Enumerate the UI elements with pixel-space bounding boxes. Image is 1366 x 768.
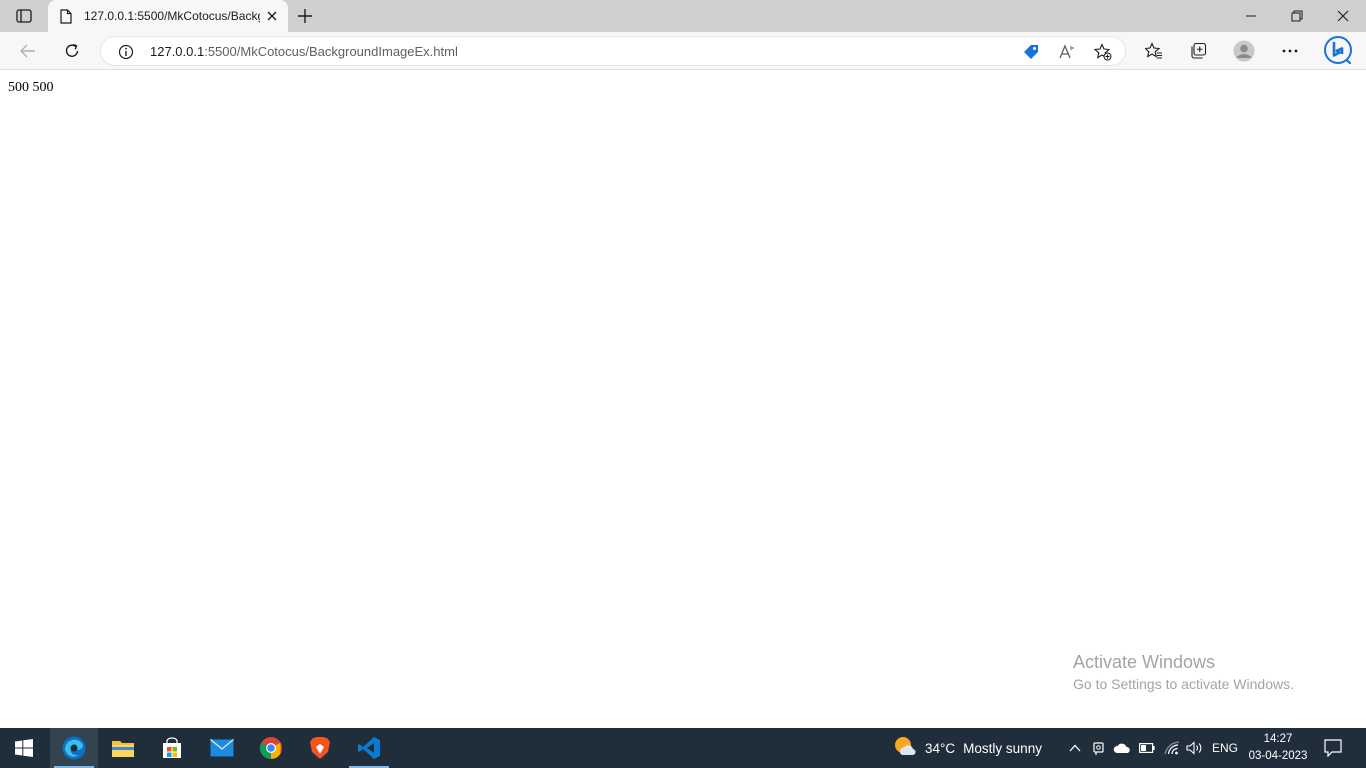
mail-icon[interactable] <box>198 728 246 768</box>
favorites-icon[interactable] <box>1140 37 1168 65</box>
chevron-up-icon[interactable] <box>1065 738 1085 758</box>
back-icon[interactable] <box>14 37 42 65</box>
start-icon[interactable] <box>0 728 48 768</box>
info-icon[interactable] <box>117 43 135 61</box>
profile-icon[interactable] <box>1230 37 1258 65</box>
watermark-subtitle: Go to Settings to activate Windows. <box>1073 676 1294 692</box>
battery-icon[interactable] <box>1137 738 1157 758</box>
file-explorer-icon[interactable] <box>99 728 147 768</box>
onedrive-icon[interactable] <box>1112 738 1132 758</box>
tab-active[interactable]: 127.0.0.1:5500/MkCotocus/Backg <box>48 0 288 32</box>
activation-watermark: Activate Windows Go to Settings to activ… <box>1073 652 1294 692</box>
tab-actions-icon[interactable] <box>12 6 36 26</box>
meet-now-icon[interactable] <box>1089 738 1109 758</box>
restore-icon[interactable] <box>1274 0 1320 32</box>
collections-icon[interactable] <box>1184 37 1212 65</box>
language-indicator[interactable]: ENG <box>1212 741 1238 755</box>
weather-icon <box>893 735 917 762</box>
add-favorite-icon[interactable] <box>1093 42 1113 62</box>
bing-icon[interactable] <box>1322 34 1354 66</box>
tab-title: 127.0.0.1:5500/MkCotocus/Backg <box>84 9 260 23</box>
edge-icon[interactable] <box>50 728 98 768</box>
weather-widget[interactable]: 34°C Mostly sunny <box>893 736 1042 760</box>
taskbar: 34°C Mostly sunny ENG 14:27 03-04-2023 <box>0 728 1366 768</box>
window-controls <box>1228 0 1366 32</box>
url-host: 127.0.0.1 <box>150 44 205 59</box>
browser-toolbar: 127.0.0.1:5500/MkCotocus/BackgroundImage… <box>0 32 1366 70</box>
minimize-icon[interactable] <box>1228 0 1274 32</box>
clock-date: 03-04-2023 <box>1248 750 1308 762</box>
url-path: :5500/MkCotocus/BackgroundImageEx.html <box>204 44 458 59</box>
tab-strip: 127.0.0.1:5500/MkCotocus/Backg <box>0 0 1366 32</box>
watermark-title: Activate Windows <box>1073 652 1216 672</box>
close-icon[interactable] <box>1320 0 1366 32</box>
system-clock[interactable]: 14:27 03-04-2023 <box>1242 731 1314 765</box>
refresh-icon[interactable] <box>58 37 86 65</box>
new-tab-icon[interactable] <box>294 6 316 26</box>
notification-icon[interactable] <box>1320 736 1346 760</box>
clock-time: 14:27 <box>1263 733 1293 745</box>
page-content: 500 500 Activate Windows Go to Settings … <box>0 71 1366 728</box>
tab-close-icon[interactable] <box>264 8 280 24</box>
browser-window: 127.0.0.1:5500/MkCotocus/Backg 127.0.0.1… <box>0 0 1366 728</box>
volume-icon[interactable] <box>1185 738 1205 758</box>
wifi-icon[interactable] <box>1162 738 1182 758</box>
weather-condition: Mostly sunny <box>963 740 1042 756</box>
vscode-icon[interactable] <box>345 728 393 768</box>
store-icon[interactable] <box>148 728 196 768</box>
url-text[interactable]: 127.0.0.1:5500/MkCotocus/BackgroundImage… <box>150 44 458 59</box>
chrome-icon[interactable] <box>247 728 295 768</box>
more-icon[interactable] <box>1276 37 1304 65</box>
page-icon <box>58 8 74 24</box>
read-aloud-icon[interactable] <box>1057 42 1077 62</box>
page-text: 500 500 <box>8 80 54 95</box>
weather-temp: 34°C <box>925 740 956 756</box>
address-bar[interactable]: 127.0.0.1:5500/MkCotocus/BackgroundImage… <box>100 36 1126 66</box>
shopping-tag-icon[interactable] <box>1021 42 1041 62</box>
brave-icon[interactable] <box>296 728 344 768</box>
